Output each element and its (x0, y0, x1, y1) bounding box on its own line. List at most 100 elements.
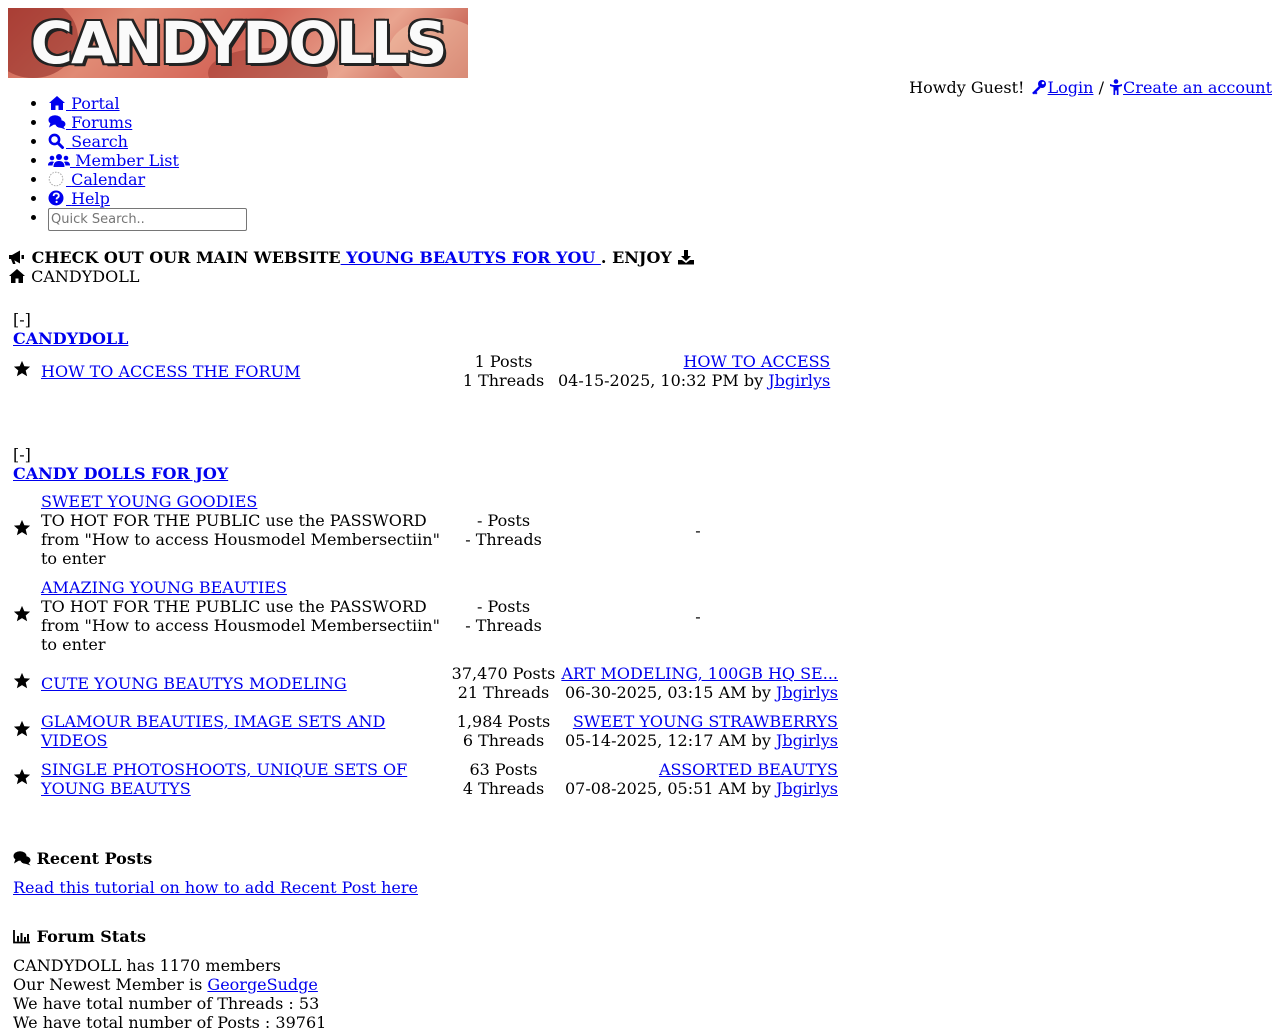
lastpost-date: 06-30-2025, 03:15 AM by (564, 683, 771, 702)
category-title[interactable]: CANDYDOLL (13, 329, 830, 348)
forum-lastpost: ASSORTED BEAUTYS 07-08-2025, 05:51 AM by … (558, 755, 838, 803)
lastpost-user[interactable]: Jbgirlys (776, 683, 838, 702)
login-link[interactable]: Login (1030, 78, 1093, 97)
forum-info: SWEET YOUNG GOODIES TO HOT FOR THE PUBLIC… (41, 487, 449, 573)
forum-info: HOW TO ACCESS THE FORUM (41, 352, 449, 390)
main-website-link[interactable]: YOUNG BEAUTYS FOR YOU (341, 248, 601, 267)
lastpost-date: 04-15-2025, 10:32 PM by (558, 371, 764, 390)
nav-link-forums[interactable]: Forums (48, 113, 132, 132)
forum-status (13, 707, 41, 755)
nav-label: Search (71, 132, 128, 151)
lastpost-user[interactable]: Jbgirlys (768, 371, 830, 390)
post-count: 37,470 Posts (451, 664, 556, 683)
post-count: 63 Posts (469, 760, 538, 779)
post-count: 1,984 Posts (456, 712, 551, 731)
nav-label: Help (71, 189, 110, 208)
nav-link-calendar[interactable]: Calendar (48, 170, 145, 189)
forum-title[interactable]: SINGLE PHOTOSHOOTS, UNIQUE SETS OF YOUNG… (41, 760, 407, 798)
nav-item-quicksearch (48, 208, 247, 232)
question-icon (48, 190, 64, 206)
calendar-icon (48, 171, 64, 187)
lastpost-title[interactable]: HOW TO ACCESS (558, 352, 830, 371)
greeting-text: Howdy Guest! (909, 78, 1025, 97)
nav-link-search[interactable]: Search (48, 132, 128, 151)
child-icon (1110, 79, 1123, 95)
forum-row: AMAZING YOUNG BEAUTIES TO HOT FOR THE PUB… (13, 573, 838, 659)
breadcrumb: CANDYDOLL (8, 267, 139, 286)
post-count: - Posts (476, 597, 531, 616)
home-icon (9, 269, 25, 283)
forum-info: SINGLE PHOTOSHOOTS, UNIQUE SETS OF YOUNG… (41, 755, 449, 803)
forum-table: HOW TO ACCESS THE FORUM 1 Posts 1 Threads… (13, 352, 830, 390)
forum-title[interactable]: GLAMOUR BEAUTIES, IMAGE SETS AND VIDEOS (41, 712, 385, 750)
lastpost-user[interactable]: Jbgirlys (776, 731, 838, 750)
forum-status (13, 755, 41, 803)
forum-description: TO HOT FOR THE PUBLIC use the PASSWORD f… (41, 511, 440, 568)
star-icon (13, 605, 31, 622)
forum-lastpost: - (558, 573, 838, 659)
forum-lastpost: ART MODELING, 100GB HQ SE... 06-30-2025, … (558, 659, 838, 707)
forum-title[interactable]: CUTE YOUNG BEAUTYS MODELING (41, 674, 347, 693)
home-icon (49, 96, 65, 110)
nav-link-portal[interactable]: Portal (48, 94, 120, 113)
star-icon (13, 672, 31, 689)
register-label: Create an account (1123, 78, 1272, 97)
recent-posts-title: Recent Posts (36, 849, 153, 868)
forum-stats: - Posts - Threads (449, 487, 558, 573)
forum-description: TO HOT FOR THE PUBLIC use the PASSWORD f… (41, 597, 440, 654)
star-icon (13, 720, 31, 737)
forum-info: GLAMOUR BEAUTIES, IMAGE SETS AND VIDEOS (41, 707, 449, 755)
nav-link-help[interactable]: Help (48, 189, 110, 208)
forum-title[interactable]: HOW TO ACCESS THE FORUM (41, 362, 300, 381)
lastpost-title[interactable]: SWEET YOUNG STRAWBERRYS (558, 712, 838, 731)
forum-row: SWEET YOUNG GOODIES TO HOT FOR THE PUBLIC… (13, 487, 838, 573)
star-icon (13, 360, 31, 377)
nav-label: Forums (71, 113, 133, 132)
register-link[interactable]: Create an account (1109, 78, 1272, 97)
stats-members: CANDYDOLL has 1170 members (13, 956, 281, 975)
nav-link-memberlist[interactable]: Member List (48, 151, 179, 170)
nav-item-calendar: Calendar (48, 170, 247, 189)
forum-title[interactable]: AMAZING YOUNG BEAUTIES (41, 578, 449, 597)
lastpost-user[interactable]: Jbgirlys (776, 779, 838, 798)
lastpost-title[interactable]: ART MODELING, 100GB HQ SE... (558, 664, 838, 683)
key-icon (1031, 80, 1046, 95)
quick-search-input[interactable] (48, 208, 247, 231)
newest-member-link[interactable]: GeorgeSudge (207, 975, 317, 994)
bar-chart-icon (13, 930, 30, 944)
stats-newest-member: Our Newest Member is GeorgeSudge (13, 975, 318, 994)
thread-count: 6 Threads (462, 731, 545, 750)
forum-stats: 1,984 Posts 6 Threads (449, 707, 558, 755)
thread-count: - Threads (465, 530, 542, 549)
forum-info: AMAZING YOUNG BEAUTIES TO HOT FOR THE PUB… (41, 573, 449, 659)
announcement-prefix: CHECK OUT OUR MAIN WEBSITE (31, 248, 341, 267)
nav-label: Calendar (71, 170, 146, 189)
search-icon (48, 133, 64, 149)
nav-item-portal: Portal (48, 94, 247, 113)
forum-title[interactable]: SWEET YOUNG GOODIES (41, 492, 449, 511)
stats-threads: We have total number of Threads : 53 (13, 994, 320, 1013)
thread-count: 21 Threads (457, 683, 550, 702)
main-nav: Portal Forums Search Member List Calenda… (8, 94, 247, 232)
thread-count: 1 Threads (462, 371, 545, 390)
forum-stats: 63 Posts 4 Threads (449, 755, 558, 803)
recent-posts-heading: Recent Posts (13, 849, 152, 868)
recent-posts-tutorial-link[interactable]: Read this tutorial on how to add Recent … (13, 878, 418, 897)
collapse-toggle[interactable]: [-] (13, 445, 838, 464)
post-count: 1 Posts (474, 352, 533, 371)
thread-count: - Threads (465, 616, 542, 635)
category-title[interactable]: CANDY DOLLS FOR JOY (13, 464, 838, 483)
lastpost-date: 07-08-2025, 05:51 AM by (564, 779, 771, 798)
forum-status (13, 573, 41, 659)
nav-item-memberlist: Member List (48, 151, 247, 170)
nav-item-forums: Forums (48, 113, 247, 132)
forum-table: SWEET YOUNG GOODIES TO HOT FOR THE PUBLIC… (13, 487, 838, 803)
stats-posts: We have total number of Posts : 39761 (13, 1013, 327, 1032)
collapse-toggle[interactable]: [-] (13, 310, 830, 329)
forum-info: CUTE YOUNG BEAUTYS MODELING (41, 659, 449, 707)
lastpost-title[interactable]: ASSORTED BEAUTYS (558, 760, 838, 779)
header-separator: / (1098, 78, 1104, 97)
users-icon (48, 154, 70, 167)
forum-lastpost: SWEET YOUNG STRAWBERRYS 05-14-2025, 12:17… (558, 707, 838, 755)
site-logo[interactable]: CANDYDOLLS (8, 8, 468, 78)
